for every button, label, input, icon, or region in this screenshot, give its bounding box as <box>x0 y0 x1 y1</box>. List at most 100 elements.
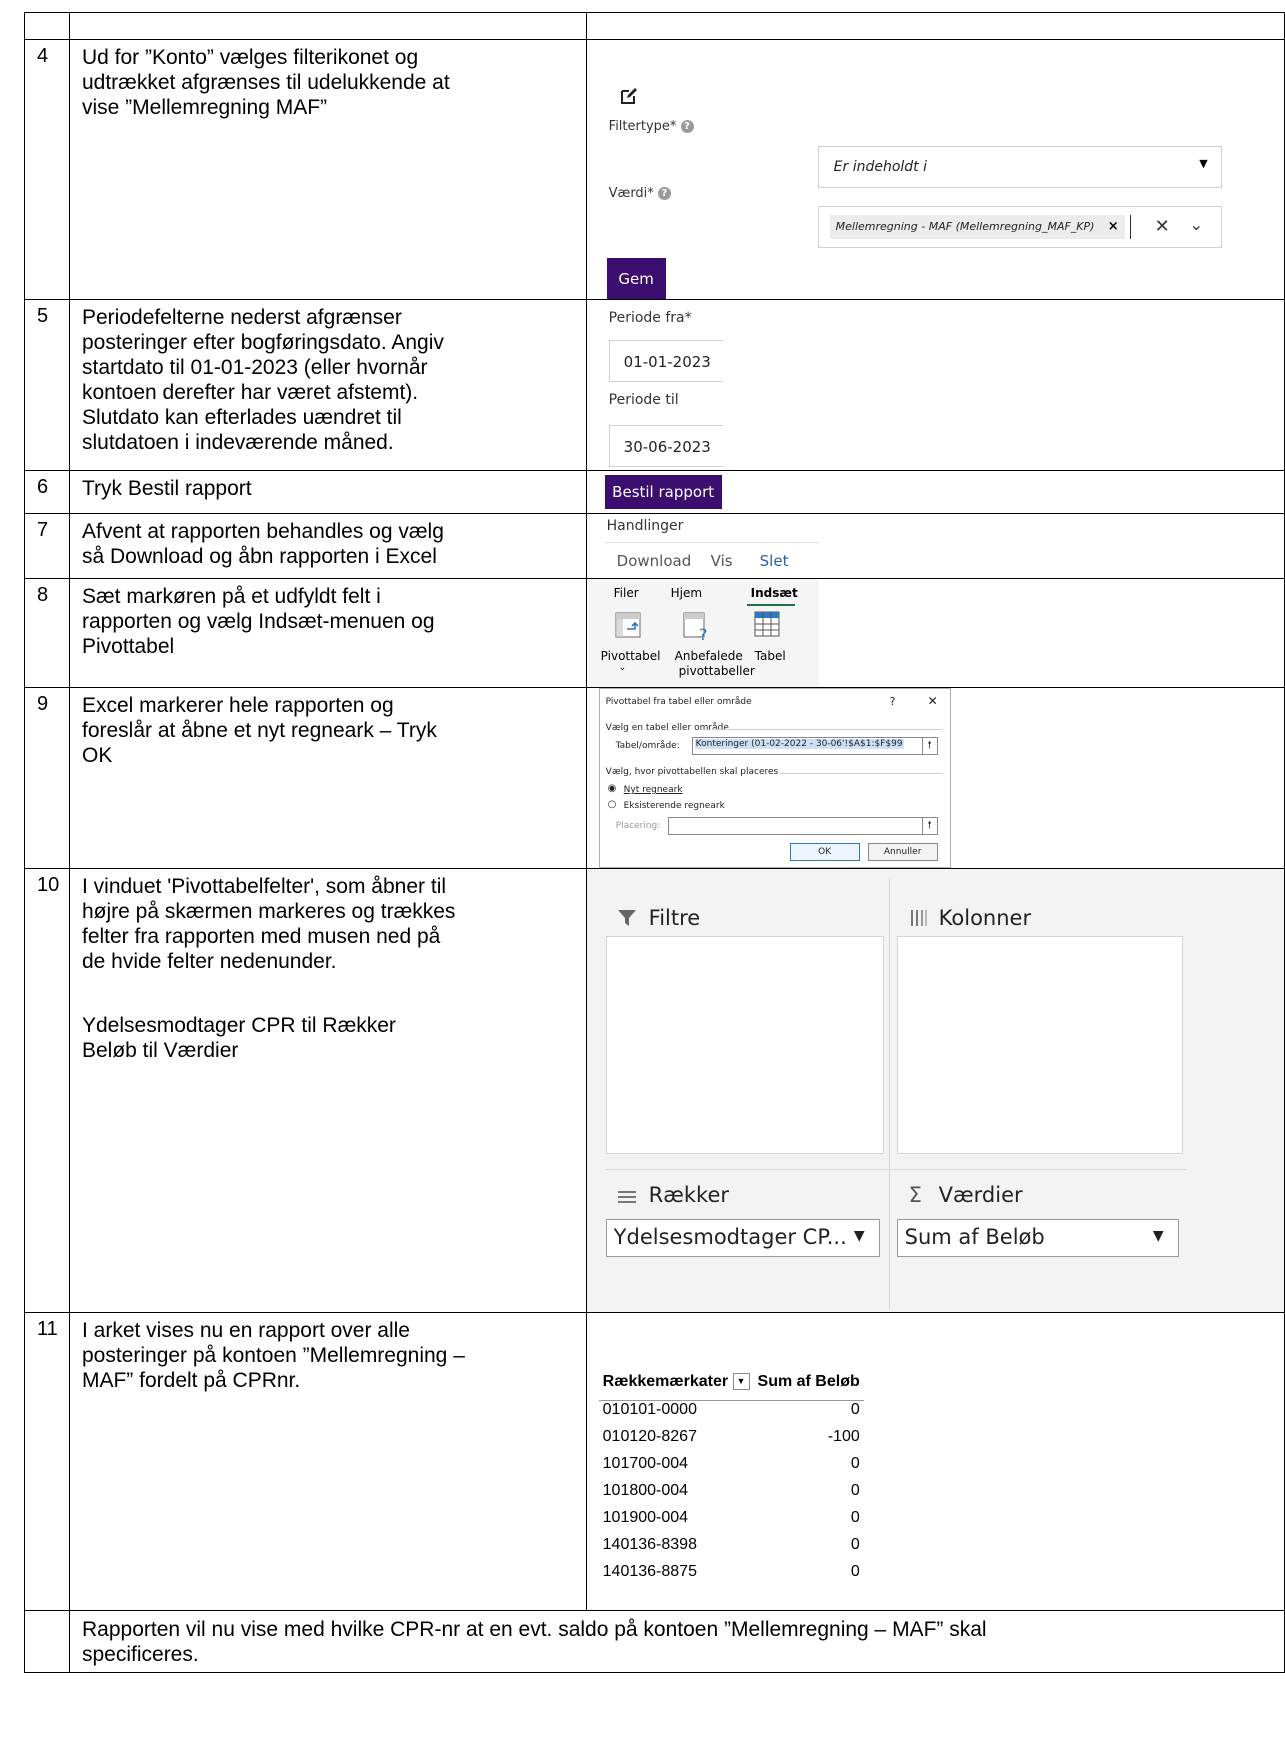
delete-link[interactable]: Slet <box>760 552 789 570</box>
values-field-dropdown[interactable]: Sum af Beløb ▼ <box>896 1219 1179 1257</box>
rows-label: Rækker <box>648 1183 729 1207</box>
radio-new-sheet[interactable]: ◉ <box>608 783 617 794</box>
clear-icon[interactable]: ✕ <box>1155 216 1170 237</box>
pivot-fields-screenshot: Filtre Kolonner Rækker Σ Værdier Ydelses… <box>585 868 1285 1313</box>
table-row[interactable]: 140136-8875 0 <box>599 1563 864 1590</box>
values-field-value: Sum af Beløb <box>904 1225 1045 1249</box>
table-row[interactable]: 010120-8267 -100 <box>599 1428 864 1455</box>
text-line: I vinduet 'Pivottabelfelter', som åbner … <box>81 875 447 898</box>
caret-down-icon[interactable]: ▼ <box>1153 1228 1164 1244</box>
divider <box>711 729 942 730</box>
ok-button[interactable]: OK <box>789 843 860 861</box>
chip-label: Mellemregning - MAF (Mellemregning_MAF_K… <box>835 220 1095 233</box>
table-row[interactable]: 101700-004 0 <box>599 1455 864 1482</box>
placement-input[interactable] <box>667 817 924 835</box>
value-chip[interactable]: Mellemregning - MAF (Mellemregning_MAF_K… <box>829 215 1125 239</box>
filter-dropdown-icon[interactable]: ▼ <box>732 1373 750 1391</box>
range-label: Tabel/område: <box>615 741 680 751</box>
period-to-input[interactable]: 30-06-2023 <box>608 425 723 467</box>
pane-divider <box>605 1169 1186 1170</box>
radio-existing-label: Eksisterende regneark <box>623 801 725 811</box>
pivot-fields-pane: Filtre Kolonner Rækker Σ Værdier Ydelses… <box>587 869 1284 1312</box>
pivot-header-labels[interactable]: Rækkemærkater ▼ <box>598 1373 754 1401</box>
text-line: felter fra rapporten med musen ned på <box>81 925 441 948</box>
text-line: Beløb til Værdier <box>81 1039 239 1062</box>
save-button[interactable]: Gem <box>606 258 666 299</box>
actions-header: Handlinger <box>606 518 684 534</box>
step-row-9: 9 Excel markerer hele rapporten og fores… <box>24 687 1285 869</box>
step-text: Afvent at rapporten behandles og vælg så… <box>68 513 587 579</box>
columns-label: Kolonner <box>938 906 1032 930</box>
step-text: I vinduet 'Pivottabelfelter', som åbner … <box>68 868 587 1313</box>
step-row-6: 6 Tryk Bestil rapport Bestil rapport <box>24 470 1285 514</box>
radio-existing-sheet[interactable]: ○ <box>608 799 617 810</box>
table-icon[interactable] <box>754 611 780 637</box>
text-line: foreslår at åbne et nyt regneark – Tryk <box>81 719 437 742</box>
radio-new-label: Nyt regneark <box>623 785 683 795</box>
text-line: Ud for ”Konto” vælges filterikonet og <box>81 46 419 69</box>
tab-file[interactable]: Filer <box>614 586 639 600</box>
placement-label: Placering: <box>615 821 661 831</box>
period-to-value: 30-06-2023 <box>623 438 711 456</box>
tab-home[interactable]: Hjem <box>671 586 702 600</box>
period-from-label: Periode fra* <box>608 310 692 326</box>
header-cell-num <box>24 12 70 40</box>
table-row[interactable]: 101800-004 0 <box>599 1482 864 1509</box>
step-text: Ud for ”Konto” vælges filterikonet og ud… <box>68 39 587 300</box>
filter-type-select[interactable]: Er indeholdt i ▼ <box>817 146 1222 188</box>
step-row-11: 11 I arket vises nu en rapport over alle… <box>24 1312 1285 1611</box>
chevron-down-icon[interactable]: ⌄ <box>619 663 627 673</box>
step-text: Excel markerer hele rapporten og foreslå… <box>68 687 587 869</box>
text-line: Sæt markøren på et udfyldt felt i <box>81 585 381 608</box>
rows-field-dropdown[interactable]: Ydelsesmodtager CP... ▼ <box>605 1219 880 1257</box>
range-value: Konteringer (01-02-2022 - 30-06'!$A$1:$F… <box>694 739 904 749</box>
columns-drop-area[interactable] <box>896 936 1183 1154</box>
text-line: posteringer efter bogføringsdato. Angiv <box>81 331 444 354</box>
section-label: Vælg en tabel eller område <box>605 723 729 733</box>
help-icon[interactable]: ? <box>680 120 694 133</box>
help-icon[interactable]: ? <box>657 187 671 200</box>
filters-drop-area[interactable] <box>605 936 884 1154</box>
text-line: Tryk Bestil rapport <box>81 477 252 500</box>
table-row[interactable]: 140136-8398 0 <box>599 1536 864 1563</box>
text-line: kontoen derefter har været afstemt). <box>81 381 419 404</box>
table-row[interactable]: 101900-004 0 <box>599 1509 864 1536</box>
text-line: Rapporten vil nu vise med hvilke CPR-nr … <box>81 1618 987 1641</box>
view-link[interactable]: Vis <box>711 552 733 570</box>
step-number: 11 <box>24 1312 70 1611</box>
range-picker-icon[interactable]: 🠕 <box>921 737 938 755</box>
tab-insert[interactable]: Indsæt <box>751 586 798 600</box>
download-link[interactable]: Download <box>617 552 692 570</box>
pivot-table: Rækkemærkater ▼ Sum af Beløb 010101-0000… <box>598 1373 864 1590</box>
placement-picker-icon[interactable]: 🠕 <box>921 817 938 835</box>
edit-icon[interactable] <box>620 87 638 105</box>
recommended-pivot-icon[interactable]: ? <box>682 611 710 641</box>
pivot-table-icon[interactable] <box>614 611 642 639</box>
text-line: udtrækket afgrænses til udelukkende at <box>81 71 450 94</box>
dialog-title: Pivottabel fra tabel eller område <box>605 697 752 707</box>
chevron-down-icon[interactable]: ⌄ <box>1190 215 1203 234</box>
text-line: Afvent at rapporten behandles og vælg <box>81 520 444 543</box>
summary-text: Rapporten vil nu vise med hvilke CPR-nr … <box>68 1610 1285 1673</box>
filters-label: Filtre <box>648 906 701 930</box>
period-from-input[interactable]: 01-01-2023 <box>608 340 723 382</box>
value-multiselect[interactable]: Mellemregning - MAF (Mellemregning_MAF_K… <box>817 206 1222 248</box>
pivot-dialog: Pivottabel fra tabel eller område ? ✕ Væ… <box>598 688 951 868</box>
step-text: Sæt markøren på et udfyldt felt i rappor… <box>68 578 587 688</box>
pivot-label: Pivottabel <box>600 649 661 663</box>
values-label: Værdier <box>938 1183 1023 1207</box>
range-input[interactable]: Konteringer (01-02-2022 - 30-06'!$A$1:$F… <box>691 737 924 755</box>
table-row[interactable]: 010101-0000 0 <box>599 1401 864 1429</box>
order-report-button[interactable]: Bestil rapport <box>604 475 722 509</box>
table-label: Tabel <box>754 649 786 663</box>
cancel-button[interactable]: Annuller <box>867 843 938 861</box>
close-icon[interactable]: ✕ <box>928 694 938 708</box>
help-icon[interactable]: ? <box>890 695 896 708</box>
caret-down-icon: ▼ <box>1199 157 1208 170</box>
period-screenshot: Periode fra* 01-01-2023 Periode til 30-0… <box>585 299 1285 471</box>
chip-remove-icon[interactable]: × <box>1108 219 1119 234</box>
divider <box>779 773 942 774</box>
caret-down-icon[interactable]: ▼ <box>854 1228 865 1244</box>
step-number: 4 <box>24 39 70 300</box>
pivot-result-screenshot: Rækkemærkater ▼ Sum af Beløb 010101-0000… <box>585 1312 1285 1611</box>
